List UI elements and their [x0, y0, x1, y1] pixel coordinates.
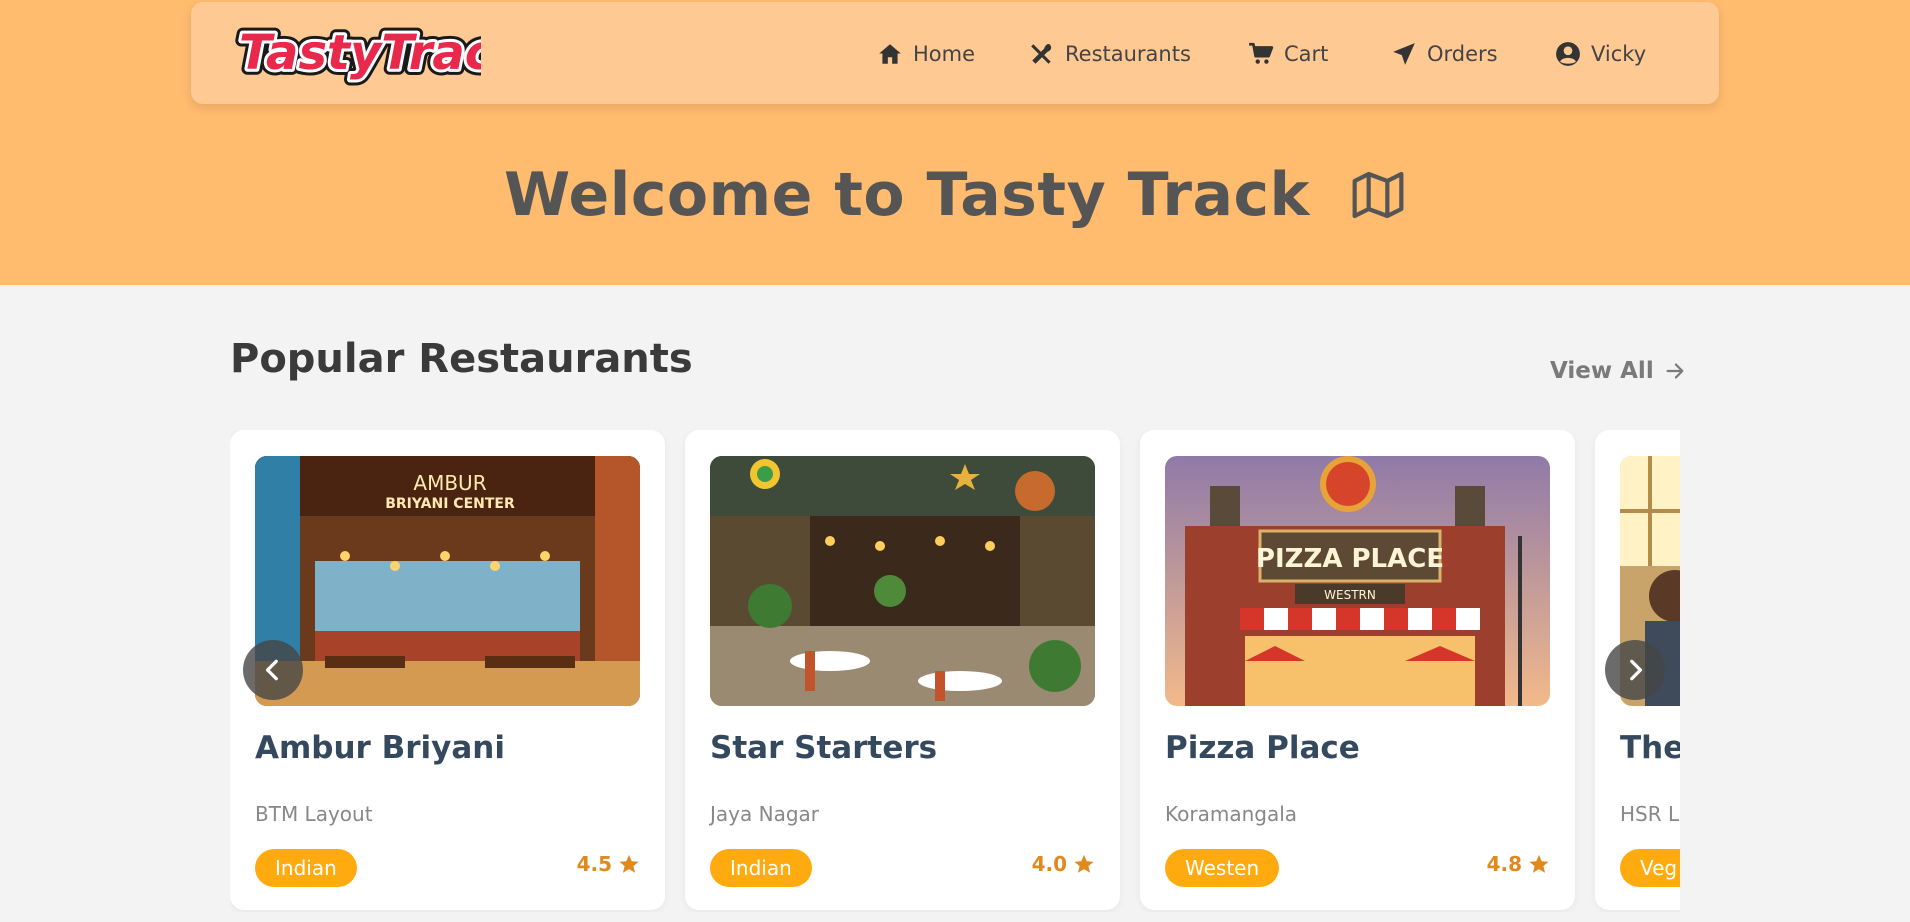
user-circle-icon [1556, 42, 1580, 66]
restaurant-location: BTM Layout [255, 802, 373, 826]
nav-cart-label: Cart [1284, 42, 1329, 66]
nav-orders-label: Orders [1427, 42, 1498, 66]
star-icon [1074, 854, 1094, 873]
hero-banner: TastyTrack TastyTrack TastyTrack Home Re… [0, 0, 1910, 285]
chevron-left-icon [265, 659, 278, 681]
nav-home[interactable]: Home [877, 38, 975, 70]
svg-text:AMBUR: AMBUR [413, 471, 486, 495]
navbar: TastyTrack TastyTrack TastyTrack Home Re… [191, 2, 1719, 104]
welcome-heading: Welcome to Tasty Track [0, 150, 1910, 240]
restaurant-photo [710, 456, 1095, 706]
rating-value: 4.8 [1486, 852, 1522, 876]
restaurant-image: AMBUR BRIYANI CENTER [255, 456, 640, 706]
svg-text:TastyTrack: TastyTrack [239, 25, 481, 81]
view-all-link[interactable]: View All [1550, 358, 1686, 384]
nav-profile-label: Vicky [1591, 42, 1647, 66]
restaurant-card[interactable]: Star Starters Jaya Nagar Indian 4.0 [685, 430, 1120, 910]
cuisine-badge: Indian [710, 849, 812, 887]
restaurant-name: Ambur Briyani [255, 730, 505, 766]
cart-icon [1249, 42, 1274, 64]
nav-profile[interactable]: Vicky [1555, 38, 1646, 70]
nav-restaurants[interactable]: Restaurants [1029, 38, 1191, 70]
welcome-title: Welcome to Tasty Track [504, 160, 1310, 230]
home-icon [879, 44, 901, 64]
restaurant-photo: AMBUR BRIYANI CENTER [255, 456, 640, 706]
svg-text:PIZZA PLACE: PIZZA PLACE [1256, 544, 1444, 574]
restaurant-card[interactable]: PIZZA PLACE WESTRN Pizza Place Koramanga… [1140, 430, 1575, 910]
logo[interactable]: TastyTrack TastyTrack TastyTrack [231, 16, 534, 87]
arrow-right-icon [1666, 363, 1684, 379]
nav-home-label: Home [913, 42, 976, 66]
section-title: Popular Restaurants [230, 336, 693, 382]
map-icon [1352, 171, 1404, 219]
svg-text:BRIYANI CENTER: BRIYANI CENTER [385, 496, 515, 512]
restaurant-image [710, 456, 1095, 706]
restaurant-name: Pizza Place [1165, 730, 1360, 766]
paper-plane-icon [1393, 43, 1415, 65]
nav-cart[interactable]: Cart [1248, 38, 1328, 70]
restaurant-rating: 4.8 [1487, 852, 1550, 876]
nav-restaurants-label: Restaurants [1065, 42, 1191, 66]
utensils-icon [1031, 43, 1052, 64]
carousel-prev-button[interactable] [243, 640, 303, 700]
restaurant-carousel: AMBUR BRIYANI CENTER Ambur Briyani BTM L… [230, 430, 1680, 912]
restaurant-name: The [1620, 730, 1680, 766]
svg-text:WESTRN: WESTRN [1324, 588, 1376, 602]
carousel-next-button[interactable] [1605, 640, 1665, 700]
restaurant-photo: PIZZA PLACE WESTRN [1165, 456, 1550, 706]
chevron-right-icon [1630, 659, 1643, 681]
cuisine-badge: Indian [255, 849, 357, 887]
view-all-label: View All [1550, 358, 1654, 384]
restaurant-image: PIZZA PLACE WESTRN [1165, 456, 1550, 706]
star-icon [619, 854, 639, 873]
restaurant-name: Star Starters [710, 730, 938, 766]
tastytrack-logo: TastyTrack TastyTrack TastyTrack [233, 19, 534, 87]
rating-value: 4.5 [576, 852, 612, 876]
rating-value: 4.0 [1031, 852, 1067, 876]
cuisine-badge: Westen [1165, 849, 1280, 887]
restaurant-location: Jaya Nagar [710, 802, 819, 826]
restaurant-location: HSR La [1620, 802, 1680, 826]
restaurant-location: Koramangala [1165, 802, 1298, 826]
nav-orders[interactable]: Orders [1391, 38, 1498, 70]
cuisine-badge: Veg [1620, 849, 1680, 887]
star-icon [1529, 854, 1549, 873]
restaurant-rating: 4.0 [1032, 852, 1095, 876]
restaurant-rating: 4.5 [577, 852, 640, 876]
